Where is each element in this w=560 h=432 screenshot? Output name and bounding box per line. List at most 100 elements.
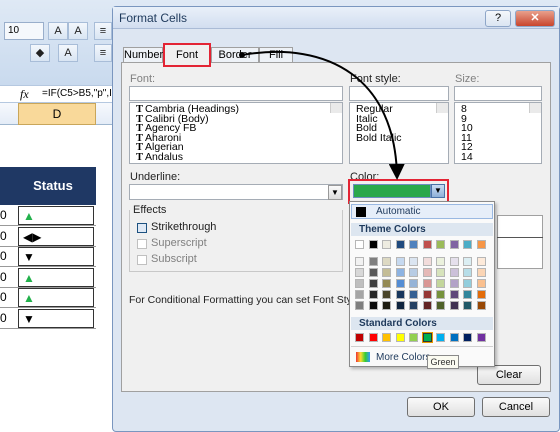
color-swatch[interactable] xyxy=(476,333,486,342)
color-swatch[interactable] xyxy=(422,290,432,299)
font-color-icon[interactable]: A xyxy=(58,44,78,62)
formula-text[interactable]: =IF(C5>B5,"p",I xyxy=(42,88,112,99)
color-swatch[interactable] xyxy=(355,333,364,342)
color-swatch[interactable] xyxy=(395,240,405,249)
dialog-titlebar[interactable]: Format Cells ? ✕ xyxy=(113,7,559,29)
color-swatch[interactable] xyxy=(436,290,445,299)
table-row[interactable]: 0 ▲ xyxy=(0,288,96,308)
table-row[interactable]: 0 ◀▶ xyxy=(0,226,96,247)
color-swatch[interactable] xyxy=(409,301,418,310)
color-swatch[interactable] xyxy=(368,290,378,299)
color-swatch[interactable] xyxy=(436,240,445,249)
color-swatch[interactable] xyxy=(368,257,378,266)
size-list[interactable]: 8 9 10 11 12 14 xyxy=(454,102,542,164)
automatic-color-option[interactable]: Automatic xyxy=(351,204,493,219)
color-swatch[interactable] xyxy=(409,268,418,277)
status-cell[interactable]: ◀▶ xyxy=(18,226,94,246)
tab-border[interactable]: Border xyxy=(211,47,259,63)
superscript-checkbox[interactable] xyxy=(137,239,147,249)
color-swatch[interactable] xyxy=(382,290,391,299)
ok-button[interactable]: OK xyxy=(407,397,475,417)
shrink-font-icon[interactable]: A xyxy=(68,22,88,40)
color-swatch[interactable] xyxy=(421,332,433,343)
font-style-input[interactable] xyxy=(349,86,449,101)
size-list-scrollbar[interactable] xyxy=(529,103,541,113)
indent-icon[interactable]: ≡ xyxy=(94,44,112,62)
color-swatch[interactable] xyxy=(476,268,486,277)
style-list-item[interactable]: Bold Italic xyxy=(353,132,448,144)
fill-color-icon[interactable]: ◆ xyxy=(30,44,50,62)
color-swatch[interactable] xyxy=(476,301,486,310)
color-swatch[interactable] xyxy=(395,257,405,266)
close-button[interactable]: ✕ xyxy=(515,10,555,27)
font-input[interactable] xyxy=(129,86,343,101)
grow-font-icon[interactable]: A xyxy=(48,22,68,40)
color-swatch[interactable] xyxy=(436,333,445,342)
font-size-box[interactable]: 10 xyxy=(4,22,44,40)
font-list[interactable]: T Cambria (Headings) T Calibri (Body) T Agenc… xyxy=(129,102,343,164)
subscript-checkbox[interactable] xyxy=(137,255,147,265)
color-swatch[interactable] xyxy=(422,301,432,310)
color-swatch[interactable] xyxy=(422,268,432,277)
color-dropdown-chevron-icon[interactable]: ▼ xyxy=(431,184,445,198)
status-cell[interactable]: ▼ xyxy=(18,247,94,266)
color-swatch[interactable] xyxy=(355,279,364,288)
color-swatch[interactable] xyxy=(382,301,391,310)
font-list-scrollbar[interactable] xyxy=(330,103,342,113)
help-button[interactable]: ? xyxy=(485,10,511,27)
status-cell[interactable]: ▲ xyxy=(18,206,94,225)
tab-font[interactable]: Font xyxy=(163,43,211,67)
color-swatch[interactable] xyxy=(382,279,391,288)
font-style-list[interactable]: Regular Italic Bold Bold Italic xyxy=(349,102,449,164)
chevron-down-icon[interactable]: ▼ xyxy=(328,185,342,200)
fx-icon[interactable]: fx xyxy=(20,87,29,102)
color-swatch[interactable] xyxy=(395,268,405,277)
color-swatch[interactable] xyxy=(368,268,378,277)
color-swatch[interactable] xyxy=(355,240,364,249)
color-swatch[interactable] xyxy=(463,268,472,277)
color-swatch[interactable] xyxy=(449,268,459,277)
color-swatch[interactable] xyxy=(368,301,378,310)
size-input[interactable] xyxy=(454,86,542,101)
color-swatch[interactable] xyxy=(395,301,405,310)
color-swatch[interactable] xyxy=(409,290,418,299)
color-swatch[interactable] xyxy=(463,290,472,299)
color-swatch[interactable] xyxy=(368,240,378,249)
color-swatch[interactable] xyxy=(449,333,459,342)
strikethrough-checkbox[interactable] xyxy=(137,223,147,233)
color-swatch[interactable] xyxy=(409,279,418,288)
status-cell[interactable]: ▲ xyxy=(18,267,94,287)
color-swatch[interactable] xyxy=(395,290,405,299)
color-swatch[interactable] xyxy=(395,279,405,288)
status-cell[interactable]: ▼ xyxy=(18,308,94,328)
size-list-item[interactable]: 14 xyxy=(458,151,541,163)
color-swatch[interactable] xyxy=(449,240,459,249)
color-swatch[interactable] xyxy=(382,257,391,266)
color-swatch[interactable] xyxy=(436,268,445,277)
status-cell[interactable]: ▲ xyxy=(18,288,94,307)
color-swatch[interactable] xyxy=(463,301,472,310)
color-swatch[interactable] xyxy=(476,279,486,288)
color-swatch[interactable] xyxy=(436,257,445,266)
tab-fill[interactable]: Fill xyxy=(259,47,293,63)
color-swatch[interactable] xyxy=(463,257,472,266)
table-row[interactable]: 0 ▼ xyxy=(0,247,96,267)
color-swatch[interactable] xyxy=(436,301,445,310)
status-header[interactable]: Status xyxy=(0,167,96,205)
color-swatch[interactable] xyxy=(436,279,445,288)
color-swatch[interactable] xyxy=(422,240,432,249)
color-swatch[interactable] xyxy=(476,257,486,266)
color-swatch[interactable] xyxy=(395,333,405,342)
color-swatch[interactable] xyxy=(382,333,391,342)
color-swatch[interactable] xyxy=(409,240,418,249)
color-swatch[interactable] xyxy=(368,333,378,342)
column-d-header[interactable]: D xyxy=(18,103,96,125)
color-swatch[interactable] xyxy=(449,290,459,299)
table-row[interactable]: 0 ▲ xyxy=(0,267,96,288)
color-swatch[interactable] xyxy=(355,290,364,299)
font-list-item[interactable]: T Andalus xyxy=(133,151,342,162)
color-select[interactable] xyxy=(353,184,431,198)
color-swatch[interactable] xyxy=(422,279,432,288)
color-swatch[interactable] xyxy=(449,257,459,266)
row-number-cell[interactable]: 0 xyxy=(0,208,7,222)
